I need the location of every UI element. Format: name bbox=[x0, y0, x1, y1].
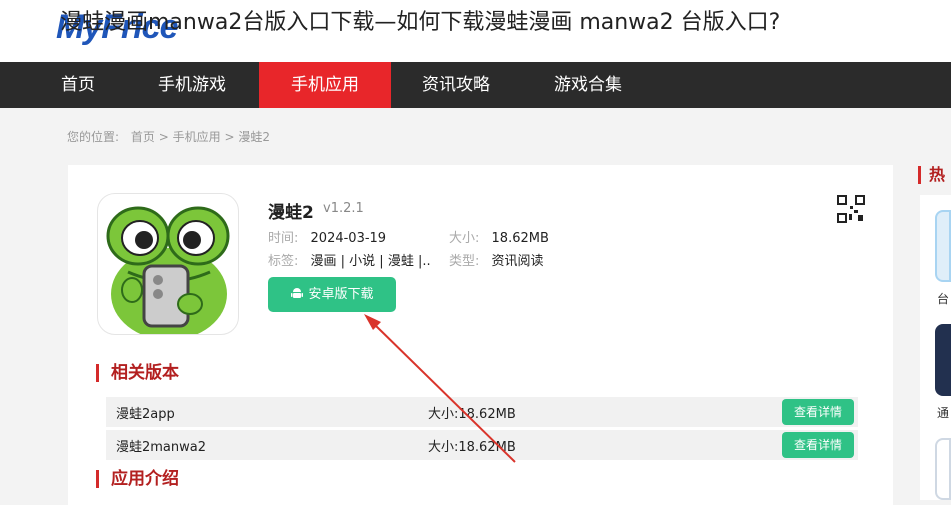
app-type: 类型: 资讯阅读 bbox=[449, 250, 544, 269]
nav-item-mobile-games[interactable]: 手机游戏 bbox=[142, 62, 242, 108]
view-details-button[interactable]: 查看详情 bbox=[782, 432, 854, 458]
breadcrumb-separator: > bbox=[158, 130, 169, 144]
frog-mascot-icon bbox=[106, 206, 230, 334]
app-time: 时间: 2024-03-19 bbox=[268, 227, 386, 246]
download-label: 安卓版下载 bbox=[308, 287, 374, 302]
app-intro-title: 应用介绍 bbox=[96, 470, 179, 488]
app-version: v1.2.1 bbox=[323, 201, 364, 216]
tags-value[interactable]: 漫画 | 小说 | 漫蛙 |.. bbox=[311, 254, 431, 269]
app-tags: 标签: 漫画 | 小说 | 漫蛙 |.. bbox=[268, 250, 431, 269]
site-header: MyFrice 漫蛙漫画manwa2台版入口下载—如何下载漫蛙漫画 manwa2… bbox=[0, 0, 951, 62]
related-versions-title: 相关版本 bbox=[96, 364, 179, 382]
sidebar-item-label[interactable]: 通 bbox=[937, 404, 949, 421]
app-icon-frog bbox=[97, 193, 239, 335]
qr-code-icon[interactable] bbox=[836, 194, 866, 224]
nav-item-home[interactable]: 首页 bbox=[40, 62, 116, 108]
app-size: 大小: 18.62MB bbox=[449, 227, 549, 246]
breadcrumb-prefix: 您的位置: bbox=[67, 130, 120, 144]
related-row: 漫蛙2manwa2 大小:18.62MB 查看详情 bbox=[106, 430, 858, 460]
sidebar-thumbnail[interactable] bbox=[935, 438, 951, 500]
android-icon bbox=[291, 288, 304, 298]
nav-item-mobile-apps[interactable]: 手机应用 bbox=[259, 62, 391, 108]
breadcrumb-separator: > bbox=[224, 130, 235, 144]
time-value: 2024-03-19 bbox=[310, 231, 387, 246]
main-nav: 首页 手机游戏 手机应用 资讯攻略 游戏合集 bbox=[0, 62, 951, 108]
related-row-name[interactable]: 漫蛙2app bbox=[116, 403, 175, 422]
breadcrumb: 您的位置: 首页 > 手机应用 > 漫蛙2 bbox=[67, 128, 270, 145]
sidebar-thumbnail[interactable] bbox=[935, 324, 951, 396]
time-label: 时间: bbox=[268, 231, 299, 246]
android-download-button[interactable]: 安卓版下载 bbox=[268, 277, 396, 312]
nav-item-collections[interactable]: 游戏合集 bbox=[538, 62, 638, 108]
breadcrumb-home[interactable]: 首页 bbox=[131, 130, 155, 144]
sidebar-thumbnail[interactable] bbox=[935, 210, 951, 282]
breadcrumb-mobile-apps[interactable]: 手机应用 bbox=[173, 130, 221, 144]
app-name: 漫蛙2 bbox=[268, 203, 314, 223]
related-row-name[interactable]: 漫蛙2manwa2 bbox=[116, 436, 206, 455]
page-title-overlay: 漫蛙漫画manwa2台版入口下载—如何下载漫蛙漫画 manwa2 台版入口? bbox=[60, 10, 781, 35]
sidebar-hot-title: 热 bbox=[918, 166, 945, 184]
breadcrumb-current: 漫蛙2 bbox=[238, 130, 270, 144]
related-row: 漫蛙2app 大小:18.62MB 查看详情 bbox=[106, 397, 858, 427]
tags-label: 标签: bbox=[268, 254, 299, 269]
view-details-button[interactable]: 查看详情 bbox=[782, 399, 854, 425]
related-row-size: 大小:18.62MB bbox=[428, 407, 516, 422]
related-row-size: 大小:18.62MB bbox=[428, 440, 516, 455]
type-value[interactable]: 资讯阅读 bbox=[492, 254, 544, 269]
size-label: 大小: bbox=[449, 231, 480, 246]
type-label: 类型: bbox=[449, 254, 480, 269]
size-value: 18.62MB bbox=[491, 231, 549, 246]
sidebar-item-label[interactable]: 台 bbox=[937, 290, 949, 307]
nav-item-news[interactable]: 资讯攻略 bbox=[406, 62, 506, 108]
